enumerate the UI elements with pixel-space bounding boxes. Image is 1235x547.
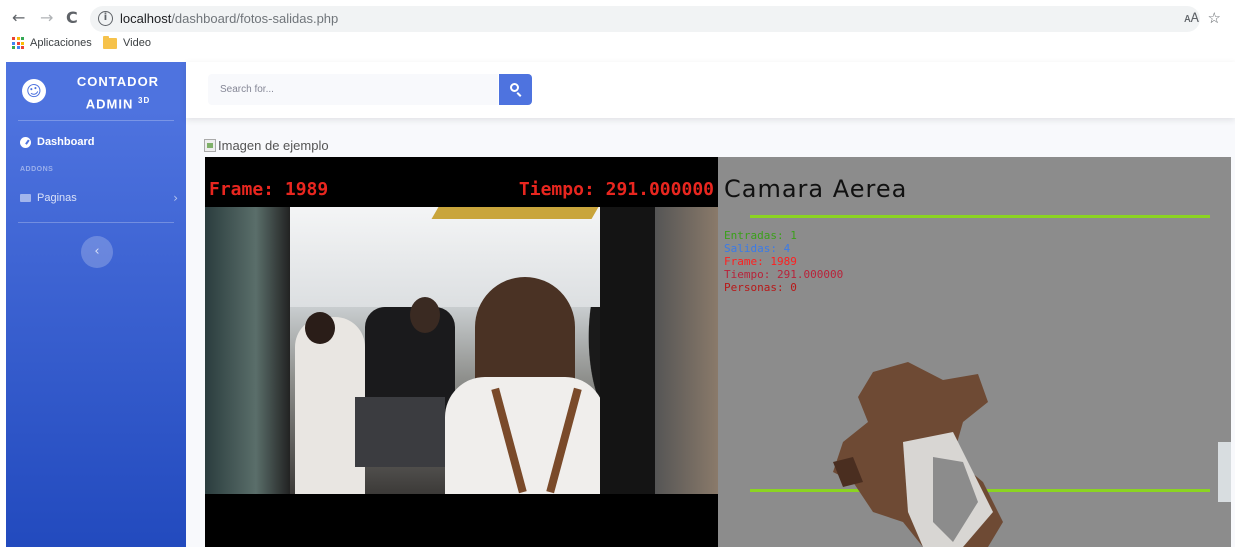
- folder-icon: [20, 194, 31, 202]
- bookmark-star-icon[interactable]: ☆: [1208, 9, 1221, 27]
- reload-icon[interactable]: C: [66, 8, 78, 27]
- stat-personas: Personas: 0: [724, 281, 797, 294]
- camera-title: Camara Aerea: [724, 175, 908, 203]
- stat-frame: Frame: 1989: [724, 255, 797, 268]
- sidebar-item-dashboard[interactable]: Dashboard: [20, 136, 94, 148]
- chevron-right-icon: ›: [173, 191, 178, 205]
- sidebar: ☺ CONTADOR ADMIN 3D Dashboard ADDONS Pag…: [6, 62, 186, 547]
- entry-line: [750, 215, 1210, 218]
- browser-chrome: ← → C i localhost/dashboard/fotos-salida…: [0, 0, 1235, 60]
- brand-title: CONTADOR: [76, 74, 160, 89]
- topbar: [186, 62, 1235, 118]
- address-bar[interactable]: i localhost/dashboard/fotos-salidas.php: [90, 6, 1200, 32]
- brand-subtitle: ADMIN 3D: [85, 96, 151, 112]
- image-alt-text: Imagen de ejemplo: [204, 138, 329, 153]
- search-icon: [510, 83, 519, 92]
- bookmark-aplicaciones[interactable]: Aplicaciones: [12, 37, 92, 49]
- sidebar-item-label: Dashboard: [37, 136, 95, 148]
- apps-grid-icon: [12, 37, 24, 49]
- camera-frame: Frame: 1989 Tiempo: 291.000000 Camara Ae…: [205, 157, 1231, 547]
- sidebar-item-label: Paginas: [37, 192, 77, 204]
- camera-photo: [205, 207, 718, 494]
- time-overlay-text: Tiempo: 291.000000: [518, 179, 714, 200]
- sidebar-toggle-button[interactable]: ‹: [81, 236, 113, 268]
- sidebar-item-paginas[interactable]: Paginas ›: [20, 191, 178, 205]
- translate-icon[interactable]: 🗚: [1184, 10, 1199, 26]
- folder-icon: [103, 35, 117, 49]
- stat-tiempo: Tiempo: 291.000000: [724, 268, 844, 281]
- tachometer-icon: [20, 136, 31, 148]
- url-text[interactable]: localhost/dashboard/fotos-salidas.php: [120, 11, 338, 26]
- content-wrapper: Imagen de ejemplo Frame: 1989 Tiempo: [186, 62, 1235, 547]
- bookmark-label: Video: [123, 37, 151, 49]
- bookmarks-bar: Aplicaciones Video: [0, 35, 1235, 57]
- brand-text: CONTADOR ADMIN 3D: [58, 72, 178, 113]
- search-input[interactable]: [208, 74, 498, 105]
- frame-overlay-text: Frame: 1989: [209, 179, 329, 200]
- search-button[interactable]: [499, 74, 532, 105]
- laugh-wink-icon: ☺: [19, 76, 49, 106]
- stat-entradas: Entradas: 1: [724, 229, 797, 242]
- browser-nav-row: ← → C i localhost/dashboard/fotos-salida…: [0, 6, 1235, 32]
- bookmark-video[interactable]: Video: [103, 35, 151, 49]
- bookmark-label: Aplicaciones: [30, 37, 92, 49]
- stat-salidas: Salidas: 4: [724, 242, 791, 255]
- depth-blob: [833, 362, 1003, 547]
- back-arrow-icon[interactable]: ←: [12, 8, 25, 27]
- camera-right-view: Camara Aerea Entradas: 1 Salidas: 4 Fram…: [718, 157, 1231, 547]
- site-info-icon[interactable]: i: [98, 11, 113, 26]
- sidebar-heading: ADDONS: [20, 166, 54, 173]
- sidebar-divider: [18, 222, 174, 223]
- forward-arrow-icon[interactable]: →: [40, 8, 53, 27]
- camera-left-view: Frame: 1989 Tiempo: 291.000000: [205, 157, 718, 547]
- sidebar-divider: [18, 120, 174, 121]
- sidebar-brand[interactable]: ☺ CONTADOR ADMIN 3D: [6, 62, 186, 120]
- broken-image-icon: [204, 139, 216, 152]
